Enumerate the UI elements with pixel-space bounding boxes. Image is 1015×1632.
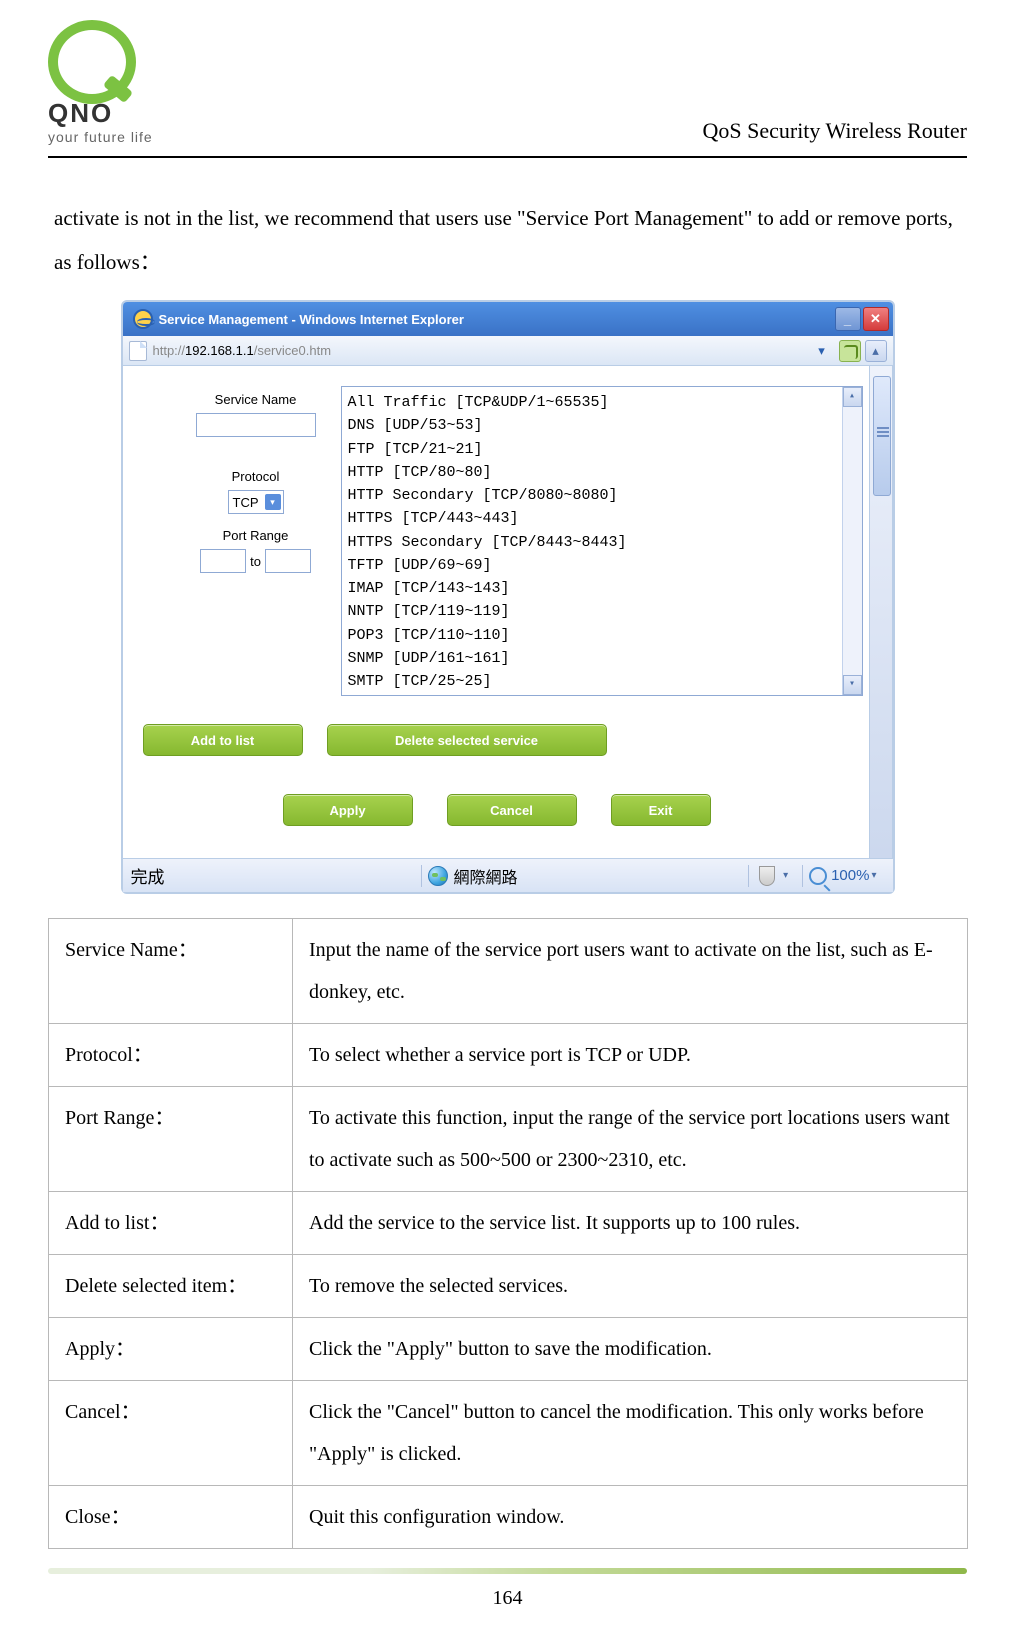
service-listbox[interactable]: All Traffic [TCP&UDP/1~65535] DNS [UDP/5… (341, 386, 863, 696)
table-row: Close：Quit this configuration window. (49, 1486, 968, 1549)
description-table: Service Name：Input the name of the servi… (48, 918, 968, 1549)
list-item[interactable]: HTTPS Secondary [TCP/8443~8443] (348, 531, 858, 554)
zoom-dropdown-icon[interactable]: ▾ (871, 870, 876, 881)
service-name-input[interactable] (196, 413, 316, 437)
zoom-icon[interactable] (809, 867, 827, 885)
zoom-percent: 100% (831, 867, 869, 884)
status-bar: 完成 網際網路 ▾ 100% ▾ (123, 858, 893, 892)
scroll-up-button[interactable]: ▴ (865, 340, 887, 362)
addr-dropdown-icon[interactable]: ▾ (813, 343, 831, 359)
minimize-button[interactable]: _ (835, 307, 861, 331)
list-item[interactable]: IMAP [TCP/143~143] (348, 577, 858, 600)
scrollbar-thumb[interactable] (873, 376, 891, 496)
page-icon (129, 341, 147, 361)
protocol-label: Protocol (171, 469, 341, 484)
feed-icon[interactable] (839, 340, 861, 362)
delete-selected-button[interactable]: Delete selected service (327, 724, 607, 756)
list-item[interactable]: HTTPS [TCP/443~443] (348, 507, 858, 530)
list-item[interactable]: DNS [UDP/53~53] (348, 414, 858, 437)
page-number: 164 (0, 1587, 1015, 1610)
window-titlebar: Service Management - Windows Internet Ex… (123, 302, 893, 336)
document-title: QoS Security Wireless Router (702, 118, 967, 144)
window-title: Service Management - Windows Internet Ex… (159, 312, 833, 327)
port-to-input[interactable] (265, 549, 311, 573)
list-item[interactable]: SNMP [UDP/161~161] (348, 647, 858, 670)
list-item[interactable]: FTP [TCP/21~21] (348, 438, 858, 461)
url-text: http://192.168.1.1/service0.htm (153, 343, 809, 358)
listbox-scrollbar[interactable]: ▴ ▾ (842, 387, 862, 695)
close-button[interactable]: ✕ (863, 307, 889, 331)
scroll-up-icon[interactable]: ▴ (843, 387, 862, 407)
footer-divider (48, 1568, 967, 1574)
status-done: 完成 (131, 863, 415, 888)
cancel-button[interactable]: Cancel (447, 794, 577, 826)
list-item[interactable]: All Traffic [TCP&UDP/1~65535] (348, 391, 858, 414)
security-zone: 網際網路 (454, 864, 743, 888)
intro-text: activate is not in the list, we recommen… (48, 196, 967, 296)
shield-icon (755, 866, 779, 886)
list-item[interactable]: HTTP Secondary [TCP/8080~8080] (348, 484, 858, 507)
list-item[interactable]: SMTP [TCP/25~25] (348, 670, 858, 693)
apply-button[interactable]: Apply (283, 794, 413, 826)
table-row: Protocol：To select whether a service por… (49, 1024, 968, 1087)
list-item[interactable]: HTTP [TCP/80~80] (348, 461, 858, 484)
table-row: Cancel：Click the "Cancel" button to canc… (49, 1381, 968, 1486)
port-from-input[interactable] (200, 549, 246, 573)
protocol-select[interactable]: TCP ▾ (228, 490, 284, 514)
exit-button[interactable]: Exit (611, 794, 711, 826)
header-rule (48, 156, 967, 158)
add-to-list-button[interactable]: Add to list (143, 724, 303, 756)
list-item[interactable]: TFTP [UDP/69~69] (348, 554, 858, 577)
chevron-down-icon: ▾ (265, 494, 281, 510)
scroll-down-icon[interactable]: ▾ (843, 675, 862, 695)
embedded-screenshot: Service Management - Windows Internet Ex… (121, 300, 895, 894)
ie-icon (133, 309, 153, 329)
table-row: Delete selected item：To remove the selec… (49, 1255, 968, 1318)
port-range-label: Port Range (171, 528, 341, 543)
globe-icon (428, 866, 448, 886)
table-row: Service Name：Input the name of the servi… (49, 919, 968, 1024)
protocol-value: TCP (233, 495, 259, 510)
list-item[interactable]: POP3 [TCP/110~110] (348, 624, 858, 647)
table-row: Apply：Click the "Apply" button to save t… (49, 1318, 968, 1381)
address-bar[interactable]: http://192.168.1.1/service0.htm ▾ ▴ (123, 336, 893, 366)
port-to-label: to (250, 554, 261, 569)
table-row: Add to list：Add the service to the servi… (49, 1192, 968, 1255)
service-name-label: Service Name (171, 392, 341, 407)
dropdown-icon[interactable]: ▾ (783, 870, 788, 881)
list-item[interactable]: NNTP [TCP/119~119] (348, 600, 858, 623)
list-item[interactable]: TELNET [TCP/23~23] (348, 693, 858, 696)
table-row: Port Range：To activate this function, in… (49, 1087, 968, 1192)
